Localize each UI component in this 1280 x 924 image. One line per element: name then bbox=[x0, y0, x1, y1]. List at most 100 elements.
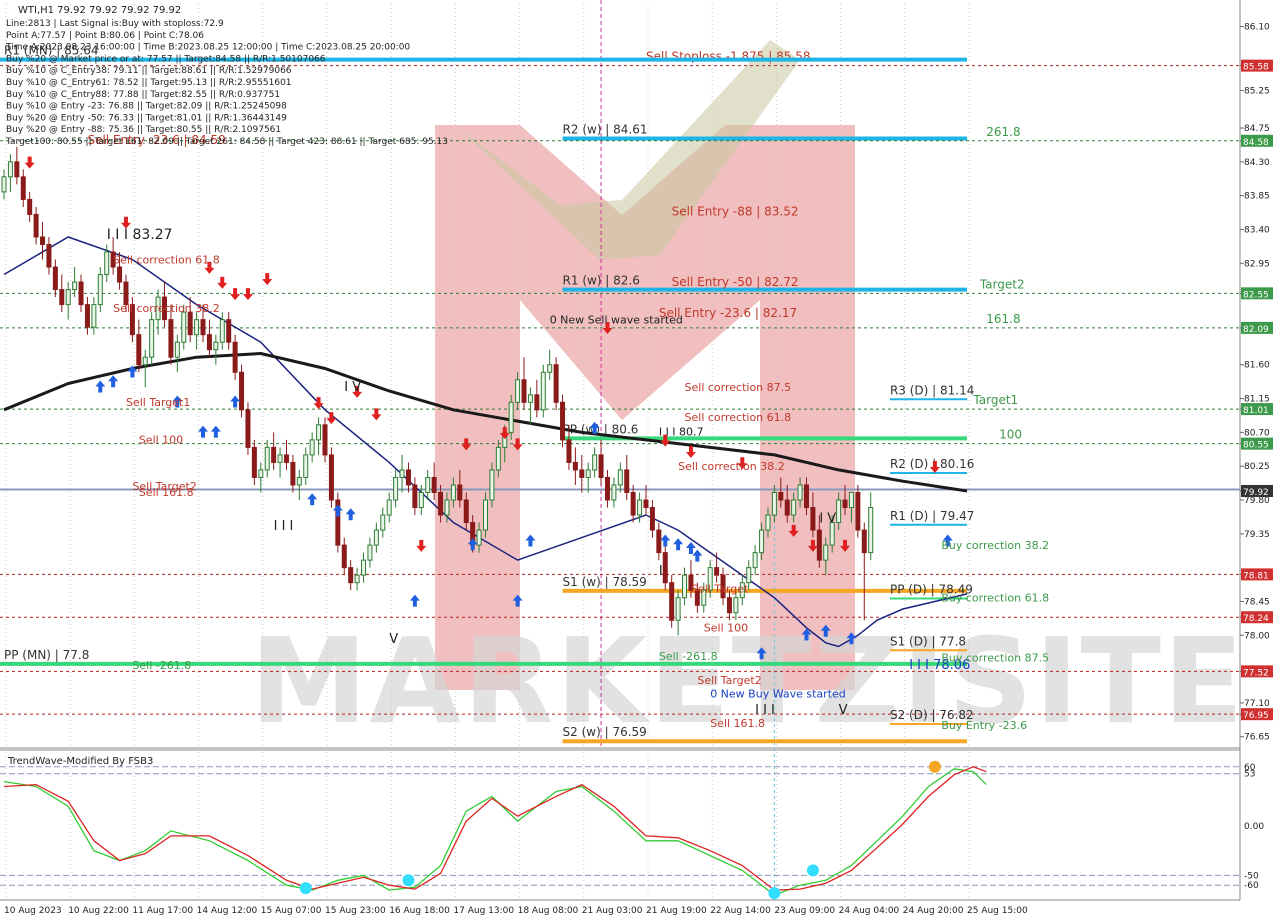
candle-body bbox=[117, 266, 123, 283]
candle-body bbox=[726, 597, 732, 614]
info-line: Point A:77.57 | Point B:80.06 | Point C:… bbox=[6, 31, 204, 41]
candle-body bbox=[457, 484, 463, 501]
candle-body bbox=[778, 491, 784, 501]
xtick-label: 14 Aug 12:00 bbox=[197, 906, 258, 916]
candle-body bbox=[579, 469, 585, 478]
chart-window: MARKETZISITE Sell Stoploss -1.875 | 85.5… bbox=[0, 0, 1280, 920]
candle-body bbox=[848, 491, 854, 509]
candle-body bbox=[290, 461, 296, 486]
candle-body bbox=[746, 567, 752, 584]
level-label: Sell Entry -50 | 82.72 bbox=[672, 275, 799, 289]
candle-body bbox=[752, 552, 758, 569]
chart-annotation: V bbox=[389, 632, 398, 647]
signal-dot bbox=[806, 864, 819, 877]
candle-body bbox=[361, 559, 367, 576]
candle-body bbox=[232, 341, 238, 373]
info-line: Buy %20 @ Entry -88: 75.36 || Target:80.… bbox=[6, 125, 281, 135]
chart-annotation: Sell 100 bbox=[704, 622, 748, 635]
chart-annotation: Sell 100 bbox=[139, 434, 183, 447]
candle-body bbox=[20, 176, 26, 200]
xtick-label: 11 Aug 17:00 bbox=[132, 906, 193, 916]
ytick-label: 79.35 bbox=[1244, 530, 1270, 540]
xtick-label: 24 Aug 20:00 bbox=[903, 906, 964, 916]
ytick-label: 84.75 bbox=[1244, 124, 1270, 134]
chart-annotation: Buy correction 87.5 bbox=[941, 652, 1049, 665]
info-line: Buy %10 @ C_Entry61: 78.52 || Target:95.… bbox=[6, 78, 292, 88]
candle-body bbox=[200, 319, 206, 336]
chart-annotation: I I I bbox=[755, 703, 775, 718]
level-label: Sell Entry -88 | 83.52 bbox=[672, 204, 799, 218]
chart-annotation: Sell correction 61.8 bbox=[685, 411, 792, 424]
candle-body bbox=[836, 499, 842, 524]
candle-body bbox=[649, 507, 655, 531]
info-line: Time A:2023.08.23 16:00:00 | Time B:2023… bbox=[5, 43, 410, 53]
candle-body bbox=[598, 454, 604, 478]
candle-body bbox=[540, 371, 546, 411]
candle-body bbox=[97, 274, 103, 306]
candle-body bbox=[239, 371, 245, 411]
candle-body bbox=[784, 499, 790, 516]
candle-body bbox=[219, 319, 225, 343]
candle-body bbox=[823, 544, 829, 561]
candle-body bbox=[592, 454, 598, 471]
candle-body bbox=[213, 341, 219, 351]
signal-dot bbox=[299, 882, 312, 895]
chart-annotation: Sell 161.8 bbox=[139, 486, 194, 499]
chart-annotation: I I I 80.7 bbox=[659, 425, 704, 438]
candle-body bbox=[194, 319, 200, 336]
price-tag-label: 76.95 bbox=[1243, 711, 1269, 721]
candle-body bbox=[797, 484, 803, 501]
chart-annotation: Sell Target1 bbox=[126, 396, 190, 409]
candle-body bbox=[14, 161, 20, 178]
xtick-label: 17 Aug 13:00 bbox=[453, 906, 514, 916]
ytick-label: 81.15 bbox=[1244, 395, 1270, 405]
info-line: Buy %10 @ Entry -23: 76.88 || Target:82.… bbox=[6, 102, 287, 112]
candle-body bbox=[431, 476, 437, 493]
candle-body bbox=[669, 582, 675, 621]
candle-body bbox=[309, 439, 315, 456]
info-line: Buy %20 @ Market price or at: 77.57 || T… bbox=[6, 54, 326, 64]
level-label: R2 (w) | 84.61 bbox=[563, 123, 648, 137]
xtick-label: 10 Aug 2023 bbox=[4, 906, 62, 916]
chart-annotation: Sell 161.8 bbox=[710, 717, 765, 730]
candle-body bbox=[296, 476, 302, 486]
ytick-label: 83.40 bbox=[1244, 225, 1270, 235]
chart-annotation: Buy Entry -23.6 bbox=[941, 719, 1027, 732]
chart-annotation: Sell -261.8 bbox=[659, 650, 718, 663]
candle-body bbox=[226, 319, 232, 343]
level-label: 100 bbox=[999, 428, 1022, 442]
candle-body bbox=[187, 311, 193, 336]
candle-body bbox=[27, 198, 33, 215]
chart-annotation: Sell correction 38.2 bbox=[113, 302, 220, 315]
candle-body bbox=[656, 529, 662, 554]
candle-body bbox=[251, 446, 257, 478]
chart-annotation: Sell correction 87.5 bbox=[685, 381, 792, 394]
chart-annotation: I V bbox=[344, 380, 361, 395]
candle-body bbox=[412, 484, 418, 509]
chart-annotation: Sell Target bbox=[691, 582, 749, 595]
chart-svg[interactable]: MARKETZISITE Sell Stoploss -1.875 | 85.5… bbox=[0, 0, 1280, 920]
ytick-label: 85.25 bbox=[1244, 86, 1270, 96]
ytick-label: 78.00 bbox=[1244, 631, 1270, 641]
ytick-label: 82.95 bbox=[1244, 259, 1270, 269]
candle-body bbox=[84, 304, 90, 328]
info-line: Buy %10 @ C_Entry88: 77.88 || Target:82.… bbox=[6, 90, 280, 100]
candle-body bbox=[33, 213, 39, 238]
candle-body bbox=[181, 311, 187, 343]
candle-body bbox=[322, 424, 328, 456]
candle-body bbox=[380, 514, 386, 531]
candle-body bbox=[759, 529, 765, 554]
osc-ytick-label: -50 bbox=[1244, 871, 1259, 881]
info-line: Target100: 80.55 || Target 161: 82.09 ||… bbox=[5, 137, 448, 147]
candle-body bbox=[771, 491, 777, 516]
candle-body bbox=[585, 469, 591, 478]
info-line: Buy %10 @ C_Entry38: 79.11 || Target:88.… bbox=[6, 66, 292, 76]
xtick-label: 23 Aug 09:00 bbox=[774, 906, 835, 916]
candle-body bbox=[258, 469, 264, 478]
xtick-label: 25 Aug 15:00 bbox=[967, 906, 1028, 916]
candle-body bbox=[91, 304, 97, 328]
candle-body bbox=[303, 454, 309, 478]
candle-body bbox=[483, 499, 488, 531]
candle-body bbox=[521, 379, 527, 403]
chart-annotation: I V bbox=[819, 512, 836, 527]
